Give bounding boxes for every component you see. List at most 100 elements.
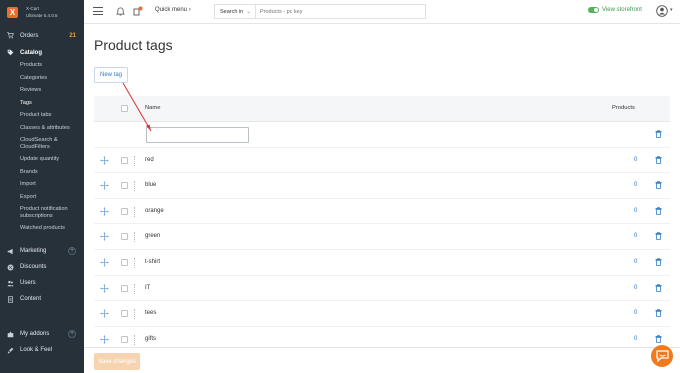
tag-name[interactable]: tees [145, 310, 156, 316]
save-changes-button[interactable]: Save changes [94, 353, 140, 370]
chat-icon [655, 350, 669, 362]
drag-handle-icon[interactable] [100, 181, 109, 190]
divider [134, 181, 135, 192]
sidebar-subitem-watched-products[interactable]: Watched products [0, 222, 84, 235]
table-row: IT 0 [94, 276, 670, 302]
trash-icon[interactable] [655, 334, 662, 343]
cart-icon [7, 32, 14, 39]
column-header-products[interactable]: Products [612, 105, 635, 111]
document-icon [7, 295, 14, 303]
row-checkbox[interactable] [121, 335, 128, 343]
trash-icon[interactable] [655, 155, 662, 164]
drag-handle-icon[interactable] [100, 155, 109, 165]
xcart-logo-icon: X [7, 6, 18, 18]
storefront-toggle[interactable] [588, 7, 599, 13]
products-count-link[interactable]: 0 [634, 336, 637, 342]
addons-puzzle-icon[interactable] [133, 6, 143, 16]
orders-count-badge: 21 [69, 32, 76, 39]
expand-plus-icon[interactable]: + [68, 247, 76, 255]
sidebar-subitem-import[interactable]: Import [0, 178, 84, 191]
select-all-checkbox[interactable] [121, 105, 128, 112]
drag-handle-icon[interactable] [100, 207, 109, 216]
sidebar-item-content[interactable]: Content [0, 294, 84, 305]
search-input[interactable] [256, 5, 425, 18]
brand[interactable]: X X-Cart Ultimate 5.4.0.5 [0, 0, 84, 24]
sidebar-item-look-feel[interactable]: Look & Feel [0, 345, 84, 356]
row-checkbox[interactable] [121, 233, 128, 241]
user-account-icon[interactable] [656, 5, 668, 17]
sidebar-item-label: Discounts [20, 264, 47, 270]
tag-name[interactable]: IT [145, 285, 150, 291]
row-checkbox[interactable] [121, 284, 128, 292]
products-count-link[interactable]: 0 [634, 157, 637, 163]
sidebar-item-label: Catalog [20, 49, 43, 56]
trash-icon[interactable] [655, 130, 662, 138]
products-count-link[interactable]: 0 [634, 208, 637, 214]
search-in-dropdown[interactable]: Search in ⌄ [215, 5, 256, 18]
sidebar-subitem-products[interactable]: Products [0, 59, 84, 72]
users-icon [7, 280, 14, 287]
row-checkbox[interactable] [121, 310, 128, 318]
view-storefront-link[interactable]: View storefront [588, 7, 642, 13]
products-count-link[interactable]: 0 [634, 259, 637, 265]
discount-icon [7, 264, 14, 271]
products-count-link[interactable]: 0 [634, 233, 637, 239]
row-checkbox[interactable] [121, 182, 128, 190]
tag-name[interactable]: green [145, 233, 160, 239]
sidebar-subitem-tags[interactable]: Tags [0, 97, 84, 110]
tag-name[interactable]: red [145, 157, 154, 163]
sidebar-item-my-addons[interactable]: My addons + [0, 329, 84, 340]
trash-icon[interactable] [655, 258, 662, 266]
sidebar-subitem-reviews[interactable]: Reviews [0, 84, 84, 97]
sidebar-item-orders[interactable]: Orders 21 [0, 30, 84, 41]
chevron-down-icon[interactable]: ▾ [670, 7, 673, 13]
trash-icon[interactable] [655, 232, 662, 241]
puzzle-icon [7, 331, 14, 338]
sidebar-item-marketing[interactable]: Marketing + [0, 246, 84, 257]
drag-handle-icon[interactable] [100, 232, 109, 242]
products-count-link[interactable]: 0 [634, 182, 637, 188]
sidebar-subitem-cloudsearch[interactable]: CloudSearch & CloudFilters [0, 134, 84, 153]
tag-name[interactable]: t-shirt [145, 259, 160, 265]
sidebar-subitem-update-quantity[interactable]: Update quantity [0, 153, 84, 166]
table-header: Name Products [94, 96, 670, 122]
expand-plus-icon[interactable]: + [68, 330, 76, 338]
sidebar-subitem-classes-attributes[interactable]: Classes & attributes [0, 122, 84, 135]
tag-name[interactable]: gifts [145, 336, 156, 342]
trash-icon[interactable] [655, 309, 662, 318]
sidebar-subitem-product-tabs[interactable]: Product tabs [0, 109, 84, 122]
new-tag-name-input[interactable] [146, 127, 249, 143]
drag-handle-icon[interactable] [100, 309, 109, 318]
row-checkbox[interactable] [121, 258, 128, 266]
sidebar-subitem-brands[interactable]: Brands [0, 166, 84, 179]
bell-icon[interactable] [116, 6, 125, 16]
trash-icon[interactable] [655, 181, 662, 190]
products-count-link[interactable]: 0 [634, 285, 637, 291]
tag-name[interactable]: orange [145, 208, 164, 214]
sidebar-subitem-product-notifications[interactable]: Product notification subscriptions [0, 203, 84, 222]
trash-icon[interactable] [655, 283, 662, 292]
table-row: tees 0 [94, 301, 670, 327]
tag-name[interactable]: blue [145, 182, 156, 188]
row-checkbox[interactable] [121, 207, 128, 215]
row-checkbox[interactable] [121, 156, 128, 164]
sidebar-item-users[interactable]: Users [0, 278, 84, 289]
sidebar-item-discounts[interactable]: Discounts [0, 262, 84, 273]
table-row: orange 0 [94, 199, 670, 225]
products-count-link[interactable]: 0 [634, 310, 637, 316]
sidebar-subitem-export[interactable]: Export [0, 191, 84, 204]
drag-handle-icon[interactable] [100, 335, 109, 344]
sidebar-subitem-categories[interactable]: Categories [0, 72, 84, 85]
trash-icon[interactable] [655, 206, 662, 215]
sidebar-item-label: My addons [20, 331, 50, 337]
hamburger-menu-icon[interactable] [93, 7, 103, 18]
drag-handle-icon[interactable] [100, 258, 109, 267]
chat-button[interactable] [651, 345, 673, 367]
catalog-submenu: Products Categories Reviews Tags Product… [0, 58, 84, 235]
sidebar-item-catalog[interactable]: Catalog [0, 47, 84, 58]
quick-menu[interactable]: Quick menu › [155, 7, 191, 13]
new-tag-button[interactable]: New tag [94, 67, 128, 83]
table-row: red 0 [94, 148, 670, 174]
drag-handle-icon[interactable] [100, 283, 109, 293]
column-header-name[interactable]: Name [145, 105, 160, 111]
